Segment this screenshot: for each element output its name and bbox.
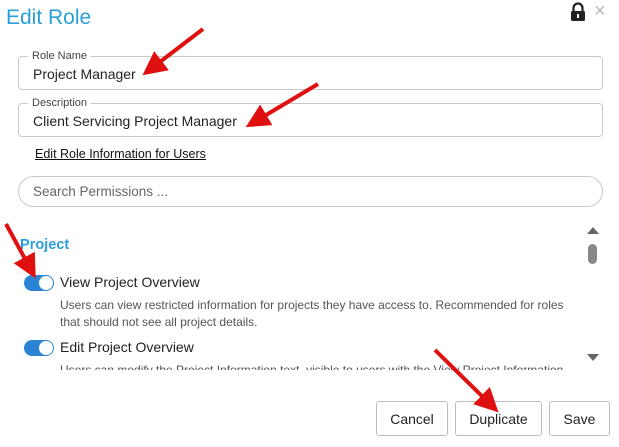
description-field[interactable]: Description Client Servicing Project Man… [18, 96, 603, 137]
dialog-title: Edit Role [6, 6, 92, 29]
role-name-label: Role Name [28, 49, 92, 63]
toggle-knob [39, 276, 53, 290]
duplicate-button[interactable]: Duplicate [455, 401, 542, 436]
cancel-button[interactable]: Cancel [376, 401, 448, 436]
save-button[interactable]: Save [549, 401, 610, 436]
description-value[interactable]: Client Servicing Project Manager [33, 113, 237, 129]
toggle-knob [39, 341, 53, 355]
role-name-field[interactable]: Role Name Project Manager [18, 49, 603, 90]
lock-icon[interactable] [569, 2, 587, 22]
toggle-switch[interactable] [24, 275, 54, 291]
permission-description: Users can modify the Project Information… [60, 363, 564, 370]
permissions-list: Project View Project Overview Users can … [0, 220, 584, 370]
permission-description: Users can view restricted information fo… [60, 298, 564, 329]
permission-label: Edit Project Overview [60, 339, 194, 355]
section-title-project: Project [20, 237, 70, 253]
edit-role-info-link[interactable]: Edit Role Information for Users [35, 147, 206, 161]
search-permissions-input[interactable] [18, 176, 603, 207]
close-icon[interactable]: × [594, 1, 606, 21]
role-name-value[interactable]: Project Manager [33, 66, 136, 82]
scroll-down-icon[interactable] [587, 354, 599, 361]
toggle-switch[interactable] [24, 340, 54, 356]
permission-label: View Project Overview [60, 274, 200, 290]
scrollbar[interactable] [586, 224, 600, 364]
scroll-up-icon[interactable] [587, 227, 599, 234]
description-label: Description [28, 96, 92, 110]
scrollbar-thumb[interactable] [588, 244, 597, 264]
